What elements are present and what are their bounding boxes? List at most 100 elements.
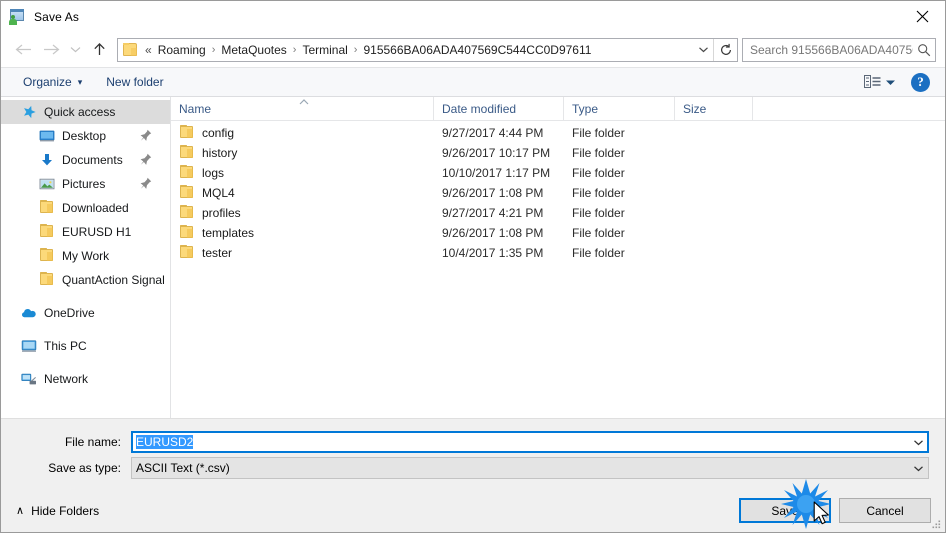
chevron-up-icon: ∧ bbox=[16, 505, 25, 517]
chevron-down-icon[interactable] bbox=[693, 39, 713, 61]
breadcrumb-item-terminal[interactable]: Terminal bbox=[300, 41, 349, 59]
help-button[interactable]: ? bbox=[911, 72, 930, 92]
table-row[interactable]: logs 10/10/2017 1:17 PM File folder bbox=[171, 163, 945, 183]
file-date-cell: 9/26/2017 10:17 PM bbox=[442, 146, 551, 160]
sidebar-item-label: Documents bbox=[62, 153, 123, 167]
breadcrumb-item-terminal-id[interactable]: 915566BA06ADA407569C544CC0D97611 bbox=[361, 41, 593, 59]
resize-grip[interactable] bbox=[930, 518, 942, 530]
breadcrumb-item-roaming[interactable]: Roaming bbox=[156, 41, 208, 59]
file-name: config bbox=[202, 126, 235, 140]
new-folder-button[interactable]: New folder bbox=[98, 72, 171, 92]
table-row[interactable]: templates 9/26/2017 1:08 PM File folder bbox=[171, 223, 945, 243]
forward-arrow-icon[interactable] bbox=[37, 37, 65, 63]
quick-access-star-icon bbox=[21, 104, 37, 120]
sidebar-item-quantaction-signal[interactable]: QuantAction Signal bbox=[1, 268, 170, 292]
file-date-cell: 10/4/2017 1:35 PM bbox=[442, 246, 544, 260]
file-name-cell: tester bbox=[171, 245, 434, 261]
column-header-size[interactable]: Size bbox=[675, 97, 753, 120]
cancel-button[interactable]: Cancel bbox=[839, 498, 931, 523]
sidebar-item-label: This PC bbox=[44, 339, 87, 353]
file-name-label: File name: bbox=[64, 435, 121, 449]
title-bar: Save As bbox=[1, 1, 945, 32]
hide-folders-button[interactable]: ∧ Hide Folders bbox=[11, 504, 99, 518]
file-type-cell: File folder bbox=[572, 126, 625, 140]
view-dropdown-caret[interactable] bbox=[885, 75, 896, 89]
folder-icon bbox=[123, 42, 139, 57]
dialog-body: Quick access Desktop Documents Pictures … bbox=[1, 97, 945, 418]
column-header-name[interactable]: Name bbox=[171, 97, 434, 120]
table-row[interactable]: profiles 9/27/2017 4:21 PM File folder bbox=[171, 203, 945, 223]
sidebar-item-quick-access[interactable]: Quick access bbox=[1, 100, 170, 124]
onedrive-cloud-icon bbox=[21, 305, 37, 321]
breadcrumb-overflow[interactable]: « bbox=[143, 43, 156, 57]
save-as-type-row: Save as type: ASCII Text (*.csv) bbox=[17, 457, 929, 479]
pin-icon[interactable] bbox=[140, 177, 152, 190]
file-date-cell: 10/10/2017 1:17 PM bbox=[442, 166, 551, 180]
sidebar-item-documents[interactable]: Documents bbox=[1, 148, 170, 172]
sidebar-item-label: Quick access bbox=[44, 105, 116, 119]
dialog-footer: ∧ Hide Folders Save Cancel bbox=[1, 489, 945, 532]
save-as-type-value: ASCII Text (*.csv) bbox=[136, 461, 230, 475]
organize-button[interactable]: Organize ▾ bbox=[15, 72, 90, 92]
file-name: tester bbox=[202, 246, 233, 260]
sidebar-item-eurusd-h1[interactable]: EURUSD H1 bbox=[1, 220, 170, 244]
organize-label: Organize bbox=[23, 75, 72, 89]
sidebar-item-my-work[interactable]: My Work bbox=[1, 244, 170, 268]
address-bar[interactable]: « Roaming › MetaQuotes › Terminal › 9155… bbox=[117, 37, 738, 62]
file-name-cell: logs bbox=[171, 165, 434, 181]
sidebar-item-label: Desktop bbox=[62, 129, 107, 143]
table-row[interactable]: tester 10/4/2017 1:35 PM File folder bbox=[171, 243, 945, 263]
save-as-type-select[interactable]: ASCII Text (*.csv) bbox=[131, 457, 929, 479]
save-button[interactable]: Save bbox=[739, 498, 831, 523]
network-icon bbox=[21, 371, 37, 387]
sidebar-item-label: My Work bbox=[62, 249, 110, 263]
this-pc-monitor-icon bbox=[21, 338, 37, 354]
table-row[interactable]: history 9/26/2017 10:17 PM File folder bbox=[171, 143, 945, 163]
file-name-value[interactable]: EURUSD2 bbox=[132, 435, 908, 449]
save-as-app-icon bbox=[9, 8, 26, 25]
column-header-row: Name Date modified Type Size bbox=[171, 97, 945, 121]
table-row[interactable]: config 9/27/2017 4:44 PM File folder bbox=[171, 123, 945, 143]
chevron-down-icon[interactable] bbox=[908, 432, 928, 452]
column-header-type[interactable]: Type bbox=[564, 97, 675, 120]
column-header-date-modified[interactable]: Date modified bbox=[434, 97, 564, 120]
folder-icon bbox=[39, 224, 55, 240]
column-header-filler bbox=[753, 97, 945, 120]
search-icon[interactable] bbox=[913, 43, 935, 57]
navigation-sidebar: Quick access Desktop Documents Pictures … bbox=[1, 97, 171, 418]
close-icon[interactable] bbox=[899, 1, 945, 31]
pin-icon[interactable] bbox=[140, 153, 152, 166]
sidebar-item-onedrive[interactable]: OneDrive bbox=[1, 301, 170, 325]
up-arrow-icon[interactable] bbox=[85, 37, 113, 63]
sidebar-item-network[interactable]: Network bbox=[1, 367, 170, 391]
file-name-input[interactable]: EURUSD2 bbox=[131, 431, 929, 453]
folder-icon bbox=[39, 200, 55, 216]
file-name: MQL4 bbox=[202, 186, 235, 200]
table-row[interactable]: MQL4 9/26/2017 1:08 PM File folder bbox=[171, 183, 945, 203]
pictures-image-icon bbox=[39, 176, 55, 192]
breadcrumb-item-metaquotes[interactable]: MetaQuotes bbox=[219, 41, 288, 59]
sidebar-item-pictures[interactable]: Pictures bbox=[1, 172, 170, 196]
sidebar-item-this-pc[interactable]: This PC bbox=[1, 334, 170, 358]
recent-locations-chevron-icon[interactable] bbox=[65, 37, 85, 63]
folder-icon bbox=[179, 125, 195, 141]
command-toolbar: Organize ▾ New folder ? bbox=[1, 67, 945, 97]
refresh-icon[interactable] bbox=[714, 39, 737, 61]
sidebar-item-label: Downloaded bbox=[62, 201, 129, 215]
view-layout-icon[interactable] bbox=[864, 74, 882, 90]
back-arrow-icon[interactable] bbox=[9, 37, 37, 63]
chevron-down-icon[interactable] bbox=[908, 458, 928, 478]
sidebar-item-desktop[interactable]: Desktop bbox=[1, 124, 170, 148]
file-name-cell: history bbox=[171, 145, 434, 161]
file-name-cell: config bbox=[171, 125, 434, 141]
file-type-cell: File folder bbox=[572, 246, 625, 260]
navigation-bar: « Roaming › MetaQuotes › Terminal › 9155… bbox=[1, 32, 945, 67]
file-name-cell: MQL4 bbox=[171, 185, 434, 201]
file-name: logs bbox=[202, 166, 225, 180]
search-input[interactable]: Search 915566BA06ADA40756... bbox=[742, 37, 936, 62]
column-label: Size bbox=[683, 101, 707, 116]
pin-icon[interactable] bbox=[140, 129, 152, 142]
sidebar-item-downloaded[interactable]: Downloaded bbox=[1, 196, 170, 220]
window-title: Save As bbox=[34, 9, 80, 24]
file-type-cell: File folder bbox=[572, 186, 625, 200]
